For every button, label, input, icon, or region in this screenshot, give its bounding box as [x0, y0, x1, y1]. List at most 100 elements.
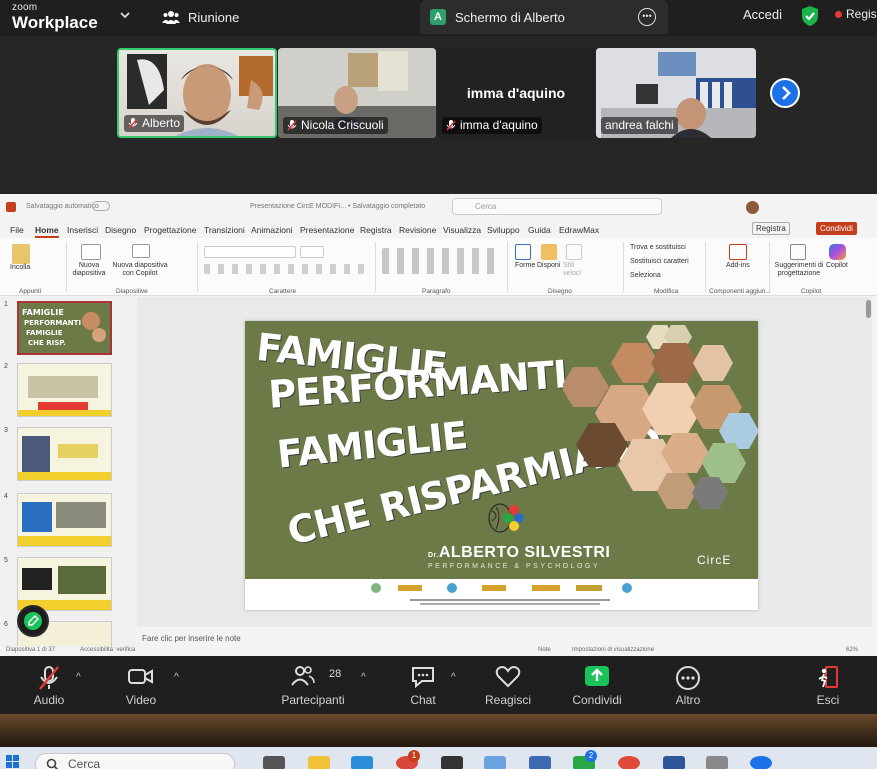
arrange-label[interactable]: Disponi — [537, 262, 560, 269]
shapes-label[interactable]: Forme — [515, 262, 535, 269]
audio-options-caret-icon[interactable]: ^ — [76, 672, 81, 683]
addins-icon[interactable] — [729, 244, 747, 260]
chrome-icon[interactable]: 1 — [396, 750, 420, 769]
new-slide-button-label[interactable]: Nuova diapositiva — [70, 262, 108, 278]
tab-home[interactable]: Home — [35, 225, 59, 238]
zoom-workplace-logo[interactable]: zoom Workplace — [12, 3, 98, 32]
circe-logo: CircE — [697, 553, 732, 567]
paste-button-label[interactable]: Incolla — [10, 264, 30, 271]
record-button[interactable]: Regis — [835, 7, 877, 21]
design-suggestions-label[interactable]: Suggerimenti di progettazione — [773, 262, 825, 278]
tab-draw[interactable]: Disegno — [105, 225, 136, 235]
status-zoom[interactable]: 62% — [846, 647, 858, 653]
condividi-button[interactable]: Condividi — [816, 222, 857, 235]
calculator-icon[interactable] — [529, 756, 551, 769]
autosave-label: Salvataggio automatico — [26, 203, 99, 210]
font-family-select[interactable] — [204, 246, 296, 258]
tab-screen-share[interactable]: A Schermo di Alberto ••• — [420, 0, 668, 34]
tab-design[interactable]: Progettazione — [144, 225, 196, 235]
login-button[interactable]: Accedi — [743, 7, 782, 22]
more-options-icon[interactable]: ••• — [638, 8, 656, 26]
shield-check-icon[interactable] — [800, 5, 820, 32]
participant-tile[interactable]: Nicola Criscuoli — [278, 48, 436, 138]
participant-tile[interactable]: imma d'aquino imma d'aquino — [437, 48, 595, 138]
app-icon[interactable]: 2 — [573, 750, 597, 769]
quick-styles-label[interactable]: Stili veloci — [563, 262, 585, 278]
video-options-caret-icon[interactable]: ^ — [174, 672, 179, 683]
tab-edrawmax[interactable]: EdrawMax — [559, 225, 599, 235]
next-page-button[interactable] — [770, 78, 800, 108]
word-icon[interactable] — [663, 756, 685, 769]
font-size-select[interactable] — [300, 246, 324, 258]
status-display-settings[interactable]: Impostazioni di visualizzazione — [572, 647, 654, 653]
new-slide-copilot-label[interactable]: Nuova diapositiva con Copilot — [112, 262, 168, 278]
participants-options-caret-icon[interactable]: ^ — [361, 672, 366, 683]
font-formatting-buttons[interactable] — [204, 264, 364, 274]
powerpoint-search-box[interactable]: Cerca — [452, 198, 662, 215]
quick-styles-icon[interactable] — [566, 244, 582, 260]
app-icon[interactable] — [618, 756, 640, 769]
chat-button[interactable]: Chat — [400, 656, 446, 714]
user-avatar[interactable] — [746, 201, 759, 214]
slide-thumbnail[interactable] — [17, 427, 112, 481]
autosave-toggle[interactable] — [92, 201, 110, 211]
participant-tile[interactable]: andrea falchi — [596, 48, 756, 138]
paste-icon[interactable] — [12, 244, 30, 264]
participant-tile[interactable]: Alberto — [117, 48, 277, 138]
ribbon-separator — [705, 242, 706, 292]
share-screen-button[interactable]: Condividi — [566, 656, 628, 714]
leave-button[interactable]: Esci — [806, 656, 850, 714]
task-view-icon[interactable] — [263, 756, 285, 769]
tab-animations[interactable]: Animazioni — [251, 225, 293, 235]
tab-help[interactable]: Guida — [528, 225, 551, 235]
status-accessibility[interactable]: Accessibilità: verifica — [80, 647, 135, 653]
slide-thumbnail[interactable] — [17, 363, 112, 417]
tab-record[interactable]: Registra — [360, 225, 392, 235]
audio-button[interactable]: Audio — [24, 656, 74, 714]
chat-options-caret-icon[interactable]: ^ — [451, 672, 456, 683]
tab-insert[interactable]: Inserisci — [67, 225, 98, 235]
slide-thumbnail[interactable] — [17, 493, 112, 547]
status-notes[interactable]: Note — [538, 647, 551, 653]
taskbar-search-box[interactable]: Cerca — [35, 753, 235, 769]
thumb-number: 6 — [4, 621, 8, 628]
tab-file[interactable]: File — [10, 225, 24, 235]
edge-icon[interactable] — [351, 756, 373, 769]
tab-slideshow[interactable]: Presentazione — [300, 225, 354, 235]
copilot-slide-icon[interactable] — [132, 244, 150, 258]
app-icon[interactable] — [441, 756, 463, 769]
file-explorer-icon[interactable] — [308, 756, 330, 769]
arrange-icon[interactable] — [541, 244, 557, 260]
tab-transitions[interactable]: Transizioni — [204, 225, 245, 235]
react-button[interactable]: Reagisci — [480, 656, 536, 714]
shapes-icon[interactable] — [515, 244, 531, 260]
windows-start-icon[interactable] — [6, 755, 20, 769]
registra-button[interactable]: Registra — [752, 222, 790, 235]
chevron-down-icon[interactable] — [118, 8, 134, 24]
participants-button[interactable]: Partecipanti — [278, 656, 348, 714]
copilot-label[interactable]: Copilot — [826, 262, 848, 269]
photos-icon[interactable] — [484, 756, 506, 769]
zoom-app-icon[interactable] — [750, 756, 772, 769]
canvas-scrollbar[interactable] — [866, 300, 871, 318]
slide[interactable]: FAMIGLIE PERFORMANTI FAMIGLIE CHE RISPAR… — [245, 321, 758, 610]
design-suggestions-icon[interactable] — [790, 244, 806, 260]
select-button[interactable]: Seleziona — [630, 272, 661, 279]
new-slide-icon[interactable] — [81, 244, 101, 260]
notes-placeholder[interactable]: Fare clic per inserire le note — [142, 634, 241, 643]
copilot-icon[interactable] — [829, 244, 846, 260]
tab-view[interactable]: Visualizza — [443, 225, 481, 235]
tab-review[interactable]: Revisione — [399, 225, 436, 235]
annotate-button[interactable] — [17, 605, 49, 637]
find-replace-button[interactable]: Trova e sostituisci — [630, 244, 686, 251]
settings-icon[interactable] — [706, 756, 728, 769]
addins-label[interactable]: Add-ins — [726, 262, 750, 269]
more-button[interactable]: Altro — [664, 656, 712, 714]
tab-developer[interactable]: Sviluppo — [487, 225, 520, 235]
paragraph-buttons[interactable] — [382, 248, 502, 274]
slide-thumbnail[interactable] — [17, 557, 112, 611]
tab-meeting[interactable]: Riunione — [162, 6, 239, 28]
replace-chars-button[interactable]: Sostituisci caratteri — [630, 258, 689, 265]
video-button[interactable]: Video — [116, 656, 166, 714]
slide-thumbnail[interactable]: FAMIGLIE PERFORMANTI FAMIGLIE CHE RISP. — [17, 301, 112, 355]
